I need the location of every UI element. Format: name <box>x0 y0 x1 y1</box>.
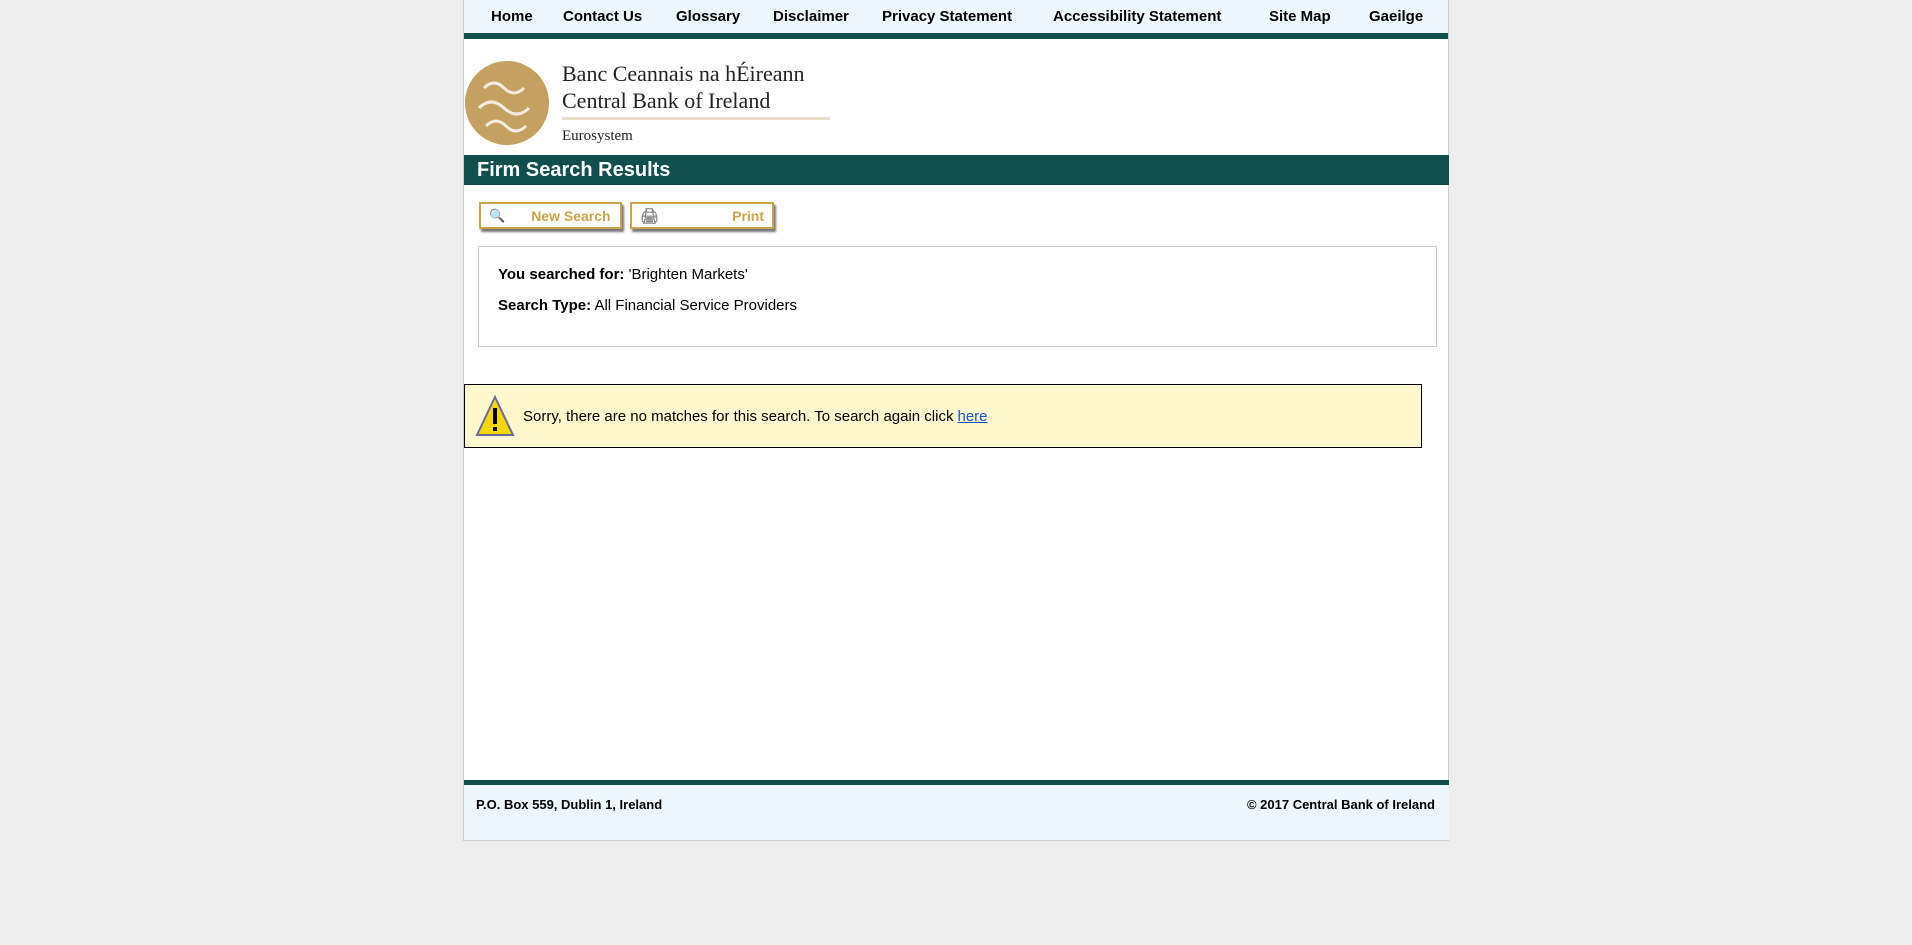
central-bank-logo[interactable]: Banc Ceannais na hÉireann Central Bank o… <box>464 58 834 148</box>
nav-gaeilge[interactable]: Gaeilge <box>1369 8 1423 25</box>
search-type-value: All Financial Service Providers <box>594 297 798 314</box>
nav-contact-us[interactable]: Contact Us <box>563 8 642 25</box>
logo-seal-icon: Banc Ceannais na hÉireann Central Bank o… <box>465 61 830 145</box>
footer-copyright: © 2017 Central Bank of Ireland <box>1246 797 1435 812</box>
print-button[interactable]: 🖨 Print <box>630 202 774 229</box>
searched-for-label: You searched for: <box>498 266 625 283</box>
search-summary: You searched for: 'Brighten Markets' Sea… <box>478 246 1437 347</box>
printer-icon: 🖨 <box>640 207 660 225</box>
nav-privacy-statement[interactable]: Privacy Statement <box>882 8 1012 25</box>
nav-disclaimer[interactable]: Disclaimer <box>773 8 849 25</box>
footer-address: P.O. Box 559, Dublin 1, Ireland <box>476 797 663 812</box>
nav-site-map[interactable]: Site Map <box>1269 8 1331 25</box>
footer: P.O. Box 559, Dublin 1, Ireland © 2017 C… <box>464 780 1449 840</box>
searched-for-value: 'Brighten Markets' <box>628 266 748 283</box>
search-type-label: Search Type: <box>498 297 592 314</box>
svg-text:Banc Ceannais na hÉireann: Banc Ceannais na hÉireann <box>562 61 805 86</box>
warning-text: Sorry, there are no matches for this sea… <box>523 407 954 425</box>
page-title: Firm Search Results <box>464 155 1449 185</box>
nav-accessibility-statement[interactable]: Accessibility Statement <box>1053 8 1221 25</box>
warning-icon <box>475 395 515 436</box>
nav-home[interactable]: Home <box>491 8 533 25</box>
svg-text:Central Bank of Ireland: Central Bank of Ireland <box>562 88 770 113</box>
svg-text:Eurosystem: Eurosystem <box>562 128 633 144</box>
new-search-button[interactable]: 🔍 New Search <box>479 202 622 229</box>
search-again-link[interactable]: here <box>957 408 987 425</box>
nav-glossary[interactable]: Glossary <box>676 8 740 25</box>
no-results-warning: Sorry, there are no matches for this sea… <box>464 384 1422 448</box>
top-nav: Home Contact Us Glossary Disclaimer Priv… <box>464 0 1448 39</box>
magnifier-icon: 🔍 <box>489 207 506 223</box>
page-container: Home Contact Us Glossary Disclaimer Priv… <box>463 0 1449 841</box>
